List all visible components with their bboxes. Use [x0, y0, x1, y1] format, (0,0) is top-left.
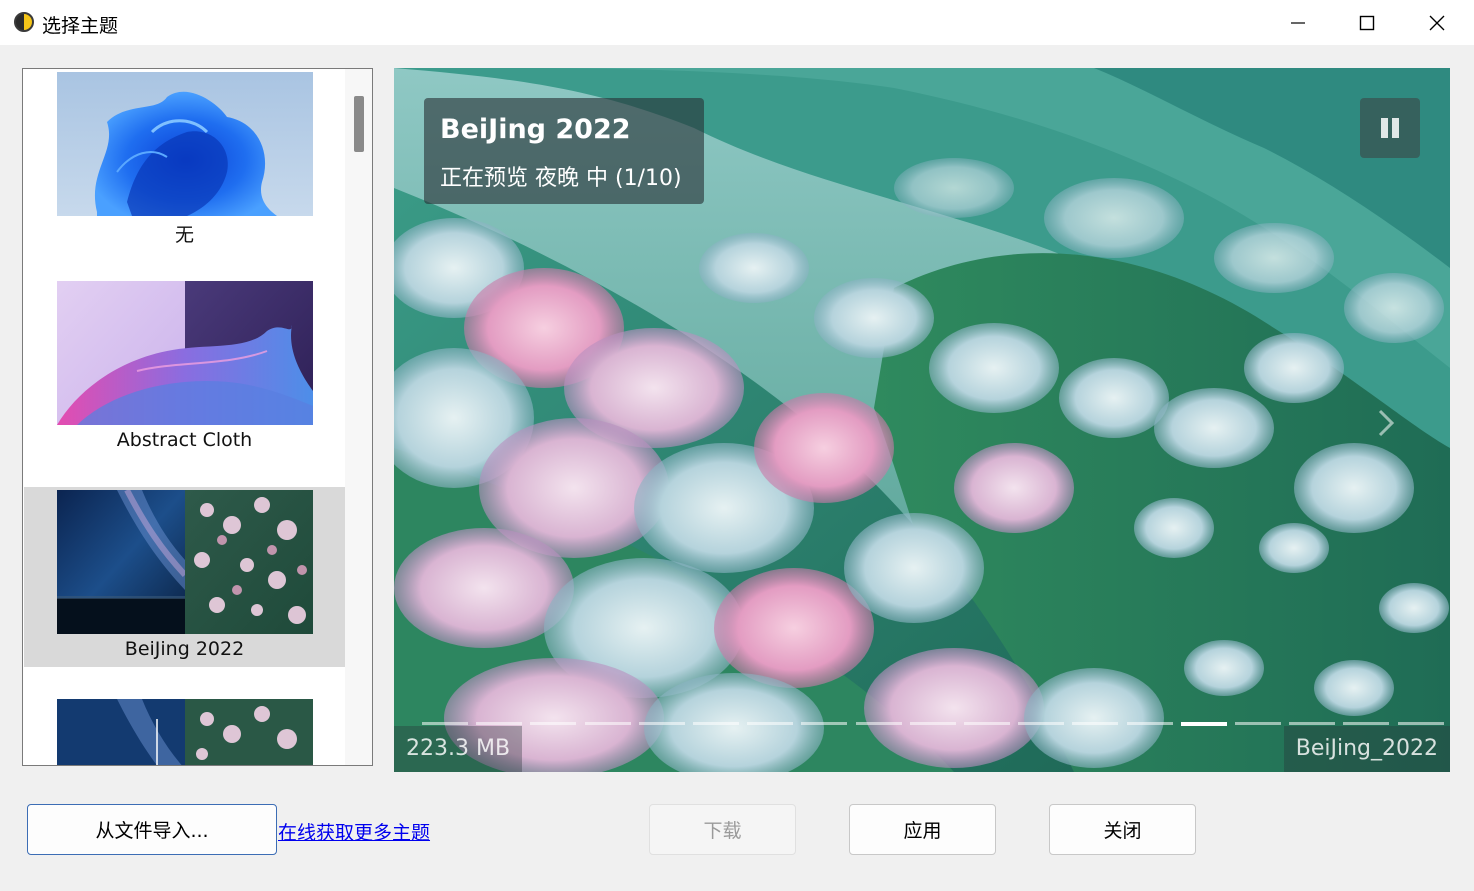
close-button[interactable]: 关闭 [1049, 804, 1196, 855]
progress-segment [1343, 722, 1390, 725]
progress-segment [1289, 722, 1336, 725]
scrollbar-thumb[interactable] [354, 96, 364, 152]
app-icon [14, 12, 34, 32]
progress-segment [693, 722, 739, 725]
progress-segment [1126, 722, 1173, 725]
preview-info-panel: BeiJing 2022 正在预览 夜晚 中 (1/10) [424, 98, 704, 204]
preview-title: BeiJing 2022 [440, 114, 631, 145]
progress-segment [801, 722, 848, 725]
close-window-button[interactable] [1402, 0, 1472, 45]
theme-item-label: 无 [174, 224, 194, 246]
get-more-themes-link[interactable]: 在线获取更多主题 [278, 818, 430, 845]
progress-segment [476, 722, 523, 725]
title-bar: 选择主题 [0, 0, 1474, 45]
theme-filename-label: BeiJing_2022 [1283, 726, 1450, 772]
download-button[interactable]: 下载 [649, 804, 796, 855]
pause-icon [1381, 118, 1399, 138]
window-title: 选择主题 [42, 15, 119, 37]
minimize-icon [1291, 21, 1305, 24]
progress-segment [530, 722, 577, 725]
pause-button[interactable] [1360, 98, 1420, 158]
theme-thumbnail [57, 490, 313, 634]
theme-item-abstract-cloth[interactable]: Abstract Cloth [24, 278, 345, 458]
theme-item-4[interactable] [24, 696, 345, 765]
progress-segment [909, 722, 956, 725]
progress-segment [747, 722, 794, 725]
theme-item-beijing-2022[interactable]: BeiJing 2022 [24, 487, 345, 667]
theme-item-none[interactable]: 无 [24, 69, 345, 249]
progress-segment [638, 722, 685, 725]
maximize-icon [1359, 15, 1375, 30]
minimize-button[interactable] [1263, 0, 1333, 45]
progress-segment [584, 722, 631, 725]
progress-segment [1072, 722, 1119, 725]
theme-thumbnail [57, 281, 313, 425]
apply-button[interactable]: 应用 [849, 804, 996, 855]
progress-segment [1018, 722, 1065, 725]
close-icon [1429, 15, 1445, 30]
theme-item-label: BeiJing 2022 [124, 638, 245, 660]
theme-size-label: 223.3 MB [394, 726, 523, 772]
progress-segment [1235, 722, 1281, 725]
preview-status: 正在预览 夜晚 中 (1/10) [440, 166, 682, 191]
chevron-right-icon [1378, 409, 1395, 437]
progress-segment [1180, 722, 1227, 726]
next-button[interactable] [1374, 408, 1398, 438]
theme-preview: BeiJing 2022 正在预览 夜晚 中 (1/10) 223.3 MB B… [394, 68, 1450, 772]
progress-segment [964, 722, 1010, 725]
list-scrollbar[interactable] [345, 69, 372, 765]
import-from-file-button[interactable]: 从文件导入... [27, 804, 277, 855]
theme-list[interactable]: 无 Abstract Cloth BeiJing 2022 [22, 68, 373, 766]
maximize-button[interactable] [1332, 0, 1402, 45]
progress-segment [422, 722, 468, 725]
progress-segment [855, 722, 902, 725]
theme-item-label: Abstract Cloth [116, 429, 253, 451]
theme-thumbnail [57, 699, 313, 765]
progress-segment [1397, 722, 1444, 725]
theme-thumbnail [57, 72, 313, 216]
